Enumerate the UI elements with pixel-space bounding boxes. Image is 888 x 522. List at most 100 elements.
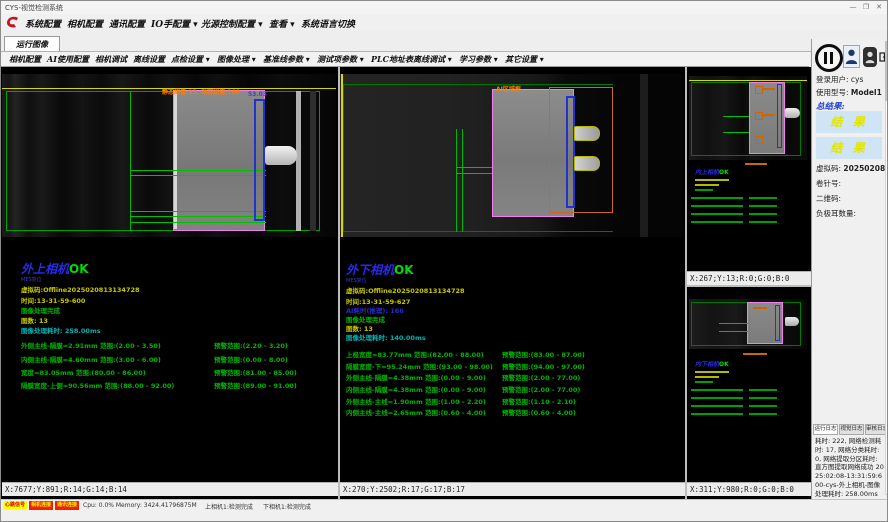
process-elapsed: 图像处理耗时: 258.00ms xyxy=(21,325,101,335)
measurement-warn: 预警范围:(94.00 - 97.00) xyxy=(502,361,585,371)
title-bar: CYS-视觉检测系统 — ❐ ✕ xyxy=(1,1,887,14)
green-hline xyxy=(130,222,266,223)
info-line xyxy=(695,184,719,186)
green-hline xyxy=(719,331,749,332)
meas-line xyxy=(691,213,743,215)
camera-thumb-inner-upper[interactable]: 内上相机OK X:267;Y:13;R:0;G:0;B:0 xyxy=(687,67,811,285)
camera-ok-status: OK xyxy=(719,361,729,368)
baseline-yellow-line xyxy=(689,80,807,81)
measurement-value: 上极宽度=83.77mm 范围:(82.00 - 88.00) xyxy=(346,349,484,359)
tool-offline-debug[interactable]: 离线调试 ▾ xyxy=(413,54,452,65)
menu-item-light-config[interactable]: 光源控制配置 ▾ xyxy=(201,17,263,30)
meas-line xyxy=(691,205,743,207)
login-user-label: 登录用户: cys xyxy=(816,74,863,85)
measurement-warn: 预警范围:(2.00 - 77.00) xyxy=(502,384,580,394)
camera-panel-outer-lower: AI区域框 外下相机OK MES复位 虚拟码:Offline2025020813… xyxy=(340,67,685,499)
camera-image-outer-upper[interactable]: 静态阈值:93, 动态阈值:100 53.03 xyxy=(2,74,336,237)
virtual-code: 虚拟码:Offline2025020813134728 xyxy=(21,284,140,294)
threshold-overlay-label: 静态阈值:93, 动态阈值:100 xyxy=(162,87,240,96)
measurement-warn: 预警范围:(2.00 - 77.00) xyxy=(502,372,580,382)
login-user-button[interactable] xyxy=(843,45,860,68)
menu-item-camera-config[interactable]: 相机配置 xyxy=(67,17,103,30)
capture-time: 时间:13-31-59-600 xyxy=(21,295,85,305)
electrode-tab-blob xyxy=(574,126,600,141)
bright-band xyxy=(296,91,301,231)
electrode-tab-blob xyxy=(785,108,800,118)
camera-title: 外下相机OK xyxy=(346,261,414,278)
camera-image-inner-lower[interactable] xyxy=(689,299,807,349)
tool-other-settings[interactable]: 其它设置 ▾ xyxy=(505,54,544,65)
pixel-coordinate-bar: X:311;Y:980;R:0;G:0;B:0 xyxy=(687,482,811,496)
menu-item-language-switch[interactable]: 系统语言切换 xyxy=(301,17,355,30)
green-hline xyxy=(130,211,266,212)
cpu-memory-readout: Cpu: 0.0% Memory: 3424.41796875M xyxy=(83,502,197,509)
separator-region-pink-rect xyxy=(173,90,265,231)
tool-baseline-params[interactable]: 基准线参数 ▾ xyxy=(263,54,310,65)
ai-mini-label xyxy=(753,307,767,309)
camera-image-outer-lower[interactable]: AI区域框 xyxy=(340,74,683,237)
minimize-button[interactable]: — xyxy=(847,2,859,12)
edge-blue-rect xyxy=(775,305,780,341)
menu-item-system-config[interactable]: 系统配置 xyxy=(25,17,61,30)
camera-panel-outer-upper: 静态阈值:93, 动态阈值:100 53.03 外上相机OK MES复位 虚拟码… xyxy=(2,67,338,499)
window-title: CYS-视觉检测系统 xyxy=(5,3,63,13)
ai-box xyxy=(755,86,763,94)
tool-offline-settings[interactable]: 离线设置 xyxy=(133,54,165,65)
maximize-button[interactable]: ❐ xyxy=(860,2,872,12)
meas-line xyxy=(749,213,777,215)
camera-title: 内下相机OK xyxy=(695,359,729,368)
measurement-value: 外侧主线-主线=1.90mm 范围:(1.00 - 2.20) xyxy=(346,396,486,406)
tool-test-params[interactable]: 测试项参数 ▾ xyxy=(317,54,364,65)
app-logo-icon xyxy=(5,15,20,29)
camera-title-text: 外下相机 xyxy=(346,263,394,277)
camera-title-text: 外上相机 xyxy=(21,262,69,276)
tool-ai-usage-config[interactable]: AI使用配置 xyxy=(47,54,89,65)
tool-camera-config[interactable]: 相机配置 xyxy=(9,54,41,65)
log-tab-vision[interactable]: 视觉日志 xyxy=(839,424,864,435)
status-bar: 心跳信号 相机连接 通讯连接 Cpu: 0.0% Memory: 3424.41… xyxy=(1,499,888,511)
log-text: 耗时: 222, 网络检测耗时: 17, 网络分类耗时: 0, 网络提取分区耗时… xyxy=(815,437,884,498)
secondary-toolbar: 相机配置 AI使用配置 相机调试 离线设置 点检设置 ▾ 图像处理 ▾ 基准线参… xyxy=(1,52,809,67)
pause-button[interactable] xyxy=(815,44,843,72)
meas-line xyxy=(691,221,743,223)
meas-line xyxy=(691,389,743,391)
menu-item-comm-config[interactable]: 通讯配置 xyxy=(109,17,145,30)
measurement-warn: 预警范围:(81.00 - 85.00) xyxy=(214,367,297,377)
measurement-value: 宽度=83.05mm 范围:(80.00 - 86.00) xyxy=(21,367,146,377)
ai-mini-label xyxy=(763,88,775,90)
pixel-coordinate-bar: X:7677;Y:891;R:14;G:14;B:14 xyxy=(2,482,338,496)
green-hline xyxy=(719,323,749,324)
frame-count: 图数: 13 xyxy=(21,315,48,325)
camera-image-inner-upper[interactable] xyxy=(689,76,807,160)
info-line xyxy=(695,371,729,373)
tab-run-image[interactable]: 运行图像 xyxy=(4,36,60,51)
measurement-warn: 预警范围:(2.20 - 3.20) xyxy=(214,340,288,350)
menu-item-io-config[interactable]: IO手配置 ▾ xyxy=(151,17,198,30)
heartbeat-badge: 心跳信号 xyxy=(3,501,27,510)
tool-spotcheck[interactable]: 点检设置 ▾ xyxy=(171,54,210,65)
close-button[interactable]: ✕ xyxy=(873,2,885,12)
measurement-value: 内侧主线-隔膜=4.38mm 范围:(0.00 - 9.00) xyxy=(346,384,486,394)
model-label: 使用型号: Model1 xyxy=(816,87,882,98)
operator-button[interactable] xyxy=(863,47,877,67)
virtual-code: 虚拟码:Offline2025020813134728 xyxy=(346,285,465,295)
tool-camera-debug[interactable]: 相机调试 xyxy=(95,54,127,65)
measurement-value: 外侧主线-隔膜=2.91mm 范围:(2.00 - 3.50) xyxy=(21,340,161,350)
tool-image-process[interactable]: 图像处理 ▾ xyxy=(217,54,256,65)
result-box-upper: 结 果 xyxy=(816,111,882,133)
main-view: 静态阈值:93, 动态阈值:100 53.03 外上相机 OK MES复位 虚拟码… xyxy=(1,67,811,499)
camera-title: 内上相机OK xyxy=(695,167,729,176)
pixel-coordinate-bar: X:267;Y:13;R:0;G:0;B:0 xyxy=(687,271,811,285)
ai-mini-label xyxy=(743,353,767,355)
dark-band xyxy=(310,91,316,231)
log-tab-run[interactable]: 运行日志 xyxy=(813,424,838,435)
measurement-value: 隔膜宽度-上侧=90.56mm 范围:(88.00 - 92.00) xyxy=(21,380,174,390)
upper-camera-status: 上相机1:检测完成 xyxy=(205,502,253,511)
info-line xyxy=(695,189,713,191)
meas-line xyxy=(749,389,777,391)
camera-thumb-inner-lower[interactable]: 内下相机OK X:311;Y:980;R:0;G:0;B:0 xyxy=(687,287,811,499)
mes-status: MES复位 xyxy=(21,276,42,283)
tool-learn-params[interactable]: 学习参数 ▾ xyxy=(459,54,498,65)
tool-plc-address[interactable]: PLC地址表 xyxy=(371,54,413,65)
menu-item-view[interactable]: 查看 ▾ xyxy=(269,17,295,30)
